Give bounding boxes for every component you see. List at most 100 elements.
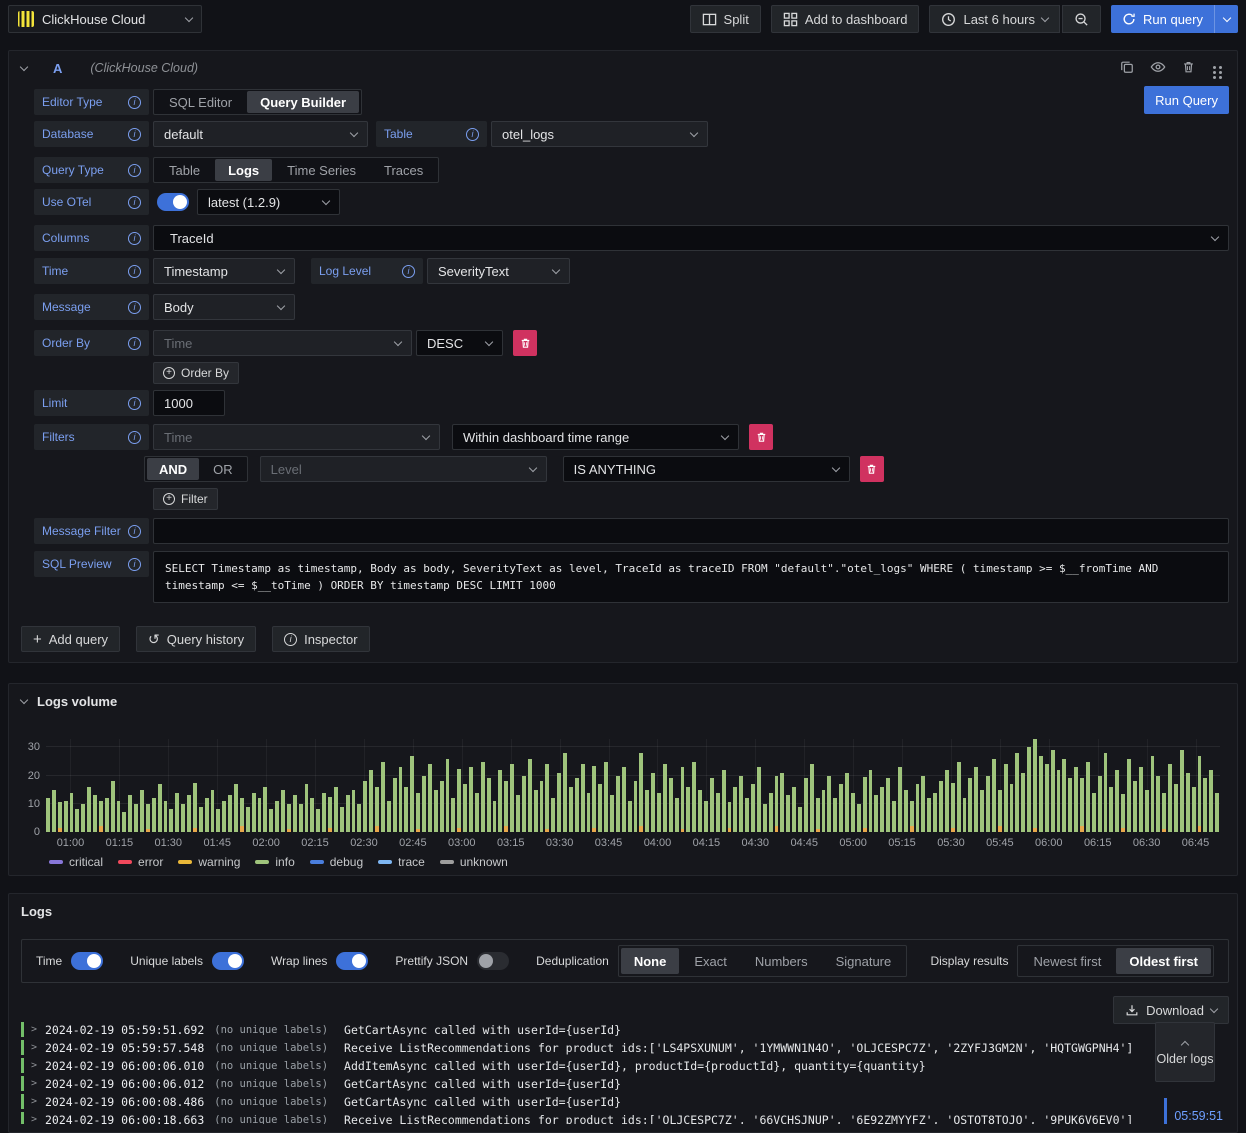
inspector-button[interactable]: Inspector xyxy=(272,626,370,652)
info-icon[interactable] xyxy=(128,195,141,209)
legend-item[interactable]: warning xyxy=(178,855,240,869)
sync-icon xyxy=(1123,13,1135,25)
add-query-button[interactable]: Add query xyxy=(21,626,121,652)
split-button[interactable]: Split xyxy=(689,5,761,33)
drag-handle-icon[interactable] xyxy=(1211,65,1221,69)
run-query-options-button[interactable] xyxy=(1214,5,1238,33)
info-icon[interactable] xyxy=(128,300,141,314)
chevron-down-icon xyxy=(1040,13,1050,22)
remove-filter-condition-button[interactable] xyxy=(859,456,884,482)
info-icon[interactable] xyxy=(402,264,415,278)
bar xyxy=(698,739,702,832)
bar xyxy=(427,739,432,832)
tab-query-builder[interactable]: Query Builder xyxy=(247,91,360,113)
tab-time-series[interactable]: Time Series xyxy=(274,159,369,181)
hide-response-icon[interactable] xyxy=(1150,60,1166,74)
add-order-by-button[interactable]: Order By xyxy=(153,362,240,384)
oldest-first[interactable]: Oldest first xyxy=(1116,948,1211,974)
dedup-numbers[interactable]: Numbers xyxy=(742,948,821,974)
datasource-picker[interactable]: ClickHouse Cloud xyxy=(8,5,202,33)
older-logs-button[interactable]: Older logs xyxy=(1155,1022,1215,1082)
expand-row-icon[interactable] xyxy=(31,1096,45,1107)
legend-item[interactable]: critical xyxy=(49,855,103,869)
otel-version-select[interactable]: latest (1.2.9) xyxy=(197,189,340,215)
query-history-button[interactable]: Query history xyxy=(136,626,257,652)
info-icon[interactable] xyxy=(128,231,141,245)
add-filter-button[interactable]: Filter xyxy=(153,488,218,510)
collapse-query-icon[interactable] xyxy=(19,62,29,71)
info-icon[interactable] xyxy=(128,524,141,538)
run-query-split-button[interactable]: Run query xyxy=(1111,5,1238,33)
info-icon[interactable] xyxy=(128,95,141,109)
remove-filter-button[interactable] xyxy=(749,424,773,450)
and-option[interactable]: AND xyxy=(147,458,200,480)
collapse-logs-volume-icon[interactable] xyxy=(19,695,29,705)
info-icon[interactable] xyxy=(128,163,141,177)
time-column-select[interactable]: Timestamp xyxy=(153,258,295,284)
log-row[interactable]: 2024-02-19 05:59:51.692 (no unique labels… xyxy=(21,1022,1151,1037)
log-row[interactable]: 2024-02-19 05:59:57.548 (no unique labels… xyxy=(21,1040,1151,1055)
log-row[interactable]: 2024-02-19 06:00:06.010 (no unique labels… xyxy=(21,1058,1151,1073)
newest-first[interactable]: Newest first xyxy=(1020,948,1114,974)
log-row[interactable]: 2024-02-19 06:00:06.012 (no unique labels… xyxy=(21,1076,1151,1091)
use-otel-toggle[interactable] xyxy=(157,193,189,211)
time-range-picker[interactable]: Last 6 hours xyxy=(929,5,1061,33)
wrap-lines-toggle[interactable] xyxy=(336,952,369,970)
legend-item[interactable]: error xyxy=(118,855,163,869)
filter-time-select[interactable]: Time xyxy=(153,424,440,450)
table-label: Table xyxy=(376,121,487,147)
filter-op-select[interactable]: IS ANYTHING xyxy=(562,456,850,482)
info-icon[interactable] xyxy=(466,127,479,141)
message-column-select[interactable]: Body xyxy=(153,294,295,320)
tab-traces[interactable]: Traces xyxy=(371,159,436,181)
logs-volume-title: Logs volume xyxy=(37,694,118,709)
add-to-dashboard-button[interactable]: Add to dashboard xyxy=(770,5,920,33)
prettify-json-toggle[interactable] xyxy=(477,952,510,970)
expand-row-icon[interactable] xyxy=(31,1078,45,1089)
limit-input[interactable]: 1000 xyxy=(153,390,225,416)
remove-query-icon[interactable] xyxy=(1182,60,1195,74)
info-icon[interactable] xyxy=(128,557,141,571)
info-icon[interactable] xyxy=(128,127,141,141)
table-select[interactable]: otel_logs xyxy=(491,121,708,147)
zoom-out-button[interactable] xyxy=(1062,5,1102,33)
legend-item[interactable]: unknown xyxy=(439,855,508,869)
tab-logs[interactable]: Logs xyxy=(215,159,273,181)
or-option[interactable]: OR xyxy=(201,458,245,480)
expand-row-icon[interactable] xyxy=(31,1060,45,1071)
info-icon[interactable] xyxy=(128,264,141,278)
order-by-direction-select[interactable]: DESC xyxy=(416,330,503,356)
message-filter-input[interactable] xyxy=(153,518,1229,544)
filter-operator-select[interactable]: Within dashboard time range xyxy=(452,424,739,450)
log-level-select[interactable]: SeverityText xyxy=(427,258,570,284)
legend-swatch xyxy=(118,860,133,864)
scroll-indicator-bar xyxy=(1164,1098,1168,1124)
dedup-none[interactable]: None xyxy=(620,948,680,974)
filter-field-select[interactable]: Level xyxy=(259,456,547,482)
tab-sql-editor[interactable]: SQL Editor xyxy=(156,91,245,113)
dedup-exact[interactable]: Exact xyxy=(681,948,740,974)
order-by-field-select[interactable]: Time xyxy=(153,330,412,356)
chevron-down-icon xyxy=(720,431,730,440)
info-icon[interactable] xyxy=(128,430,141,444)
log-row[interactable]: 2024-02-19 06:00:08.486 (no unique labels… xyxy=(21,1094,1151,1109)
dedup-signature[interactable]: Signature xyxy=(823,948,905,974)
database-select[interactable]: default xyxy=(153,121,368,147)
expand-row-icon[interactable] xyxy=(31,1024,45,1035)
time-toggle[interactable] xyxy=(71,952,104,970)
legend-item[interactable]: trace xyxy=(378,855,425,869)
expand-row-icon[interactable] xyxy=(31,1042,45,1053)
duplicate-query-icon[interactable] xyxy=(1120,60,1134,74)
remove-order-by-button[interactable] xyxy=(513,330,537,356)
legend-item[interactable]: info xyxy=(255,855,295,869)
tab-table[interactable]: Table xyxy=(156,159,213,181)
info-icon[interactable] xyxy=(128,336,141,350)
info-icon[interactable] xyxy=(128,396,141,410)
bar xyxy=(345,739,350,832)
log-row[interactable]: 2024-02-19 06:00:18.663 (no unique labels… xyxy=(21,1112,1151,1124)
unique-labels-toggle[interactable] xyxy=(211,952,244,970)
columns-select[interactable]: TraceId xyxy=(153,225,1229,251)
legend-item[interactable]: debug xyxy=(309,855,363,869)
download-button[interactable]: Download xyxy=(1113,996,1229,1024)
chevron-down-icon xyxy=(484,337,494,346)
